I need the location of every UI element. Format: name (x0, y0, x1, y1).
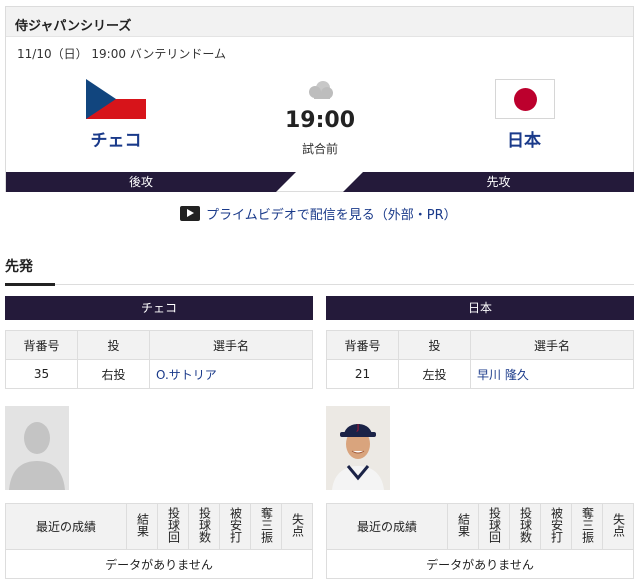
col-runs-label: 失点 (290, 513, 305, 537)
player-name-link[interactable]: 早川 隆久 (470, 359, 634, 389)
game-time: 19:00 (284, 108, 356, 133)
col-innings: 投球回 (157, 503, 189, 550)
game-card: 侍ジャパンシリーズ 11/10（日） 19:00 バンテリンドーム チェコ 19… (5, 6, 634, 192)
no-data-message: データがありません (5, 549, 313, 579)
col-result-label: 結果 (456, 513, 471, 537)
col-number: 背番号 (5, 330, 78, 360)
col-pitches-label: 投球数 (197, 507, 212, 543)
svg-text:J: J (356, 423, 359, 432)
col-player: 選手名 (470, 330, 634, 360)
col-throws: 投 (77, 330, 150, 360)
col-innings-label: 投球回 (166, 507, 181, 543)
col-hits-label: 被安打 (549, 507, 564, 543)
player-throws: 左投 (398, 359, 471, 389)
czech-flag-icon (86, 79, 146, 119)
col-recent: 最近の成績 (5, 503, 127, 550)
col-player: 選手名 (149, 330, 313, 360)
home-batting-order: 後攻 (6, 172, 296, 192)
col-pitches-label: 投球数 (518, 507, 533, 543)
recent-record-table: 最近の成績 結果 投球回 投球数 被安打 奪三振 失点 データがありません (5, 503, 313, 579)
col-innings: 投球回 (478, 503, 510, 550)
series-title: 侍ジャパンシリーズ (6, 7, 633, 37)
cloud-icon (306, 79, 336, 101)
section-title: 先発 (5, 259, 33, 275)
player-number: 35 (5, 359, 78, 389)
prime-video-link[interactable]: プライムビデオで配信を見る（外部・PR） (180, 204, 457, 223)
play-icon (180, 206, 200, 221)
away-starter-panel: 日本 背番号 投 選手名 21 左投 早川 隆久 J 最近の成績 結果 投球回 (326, 296, 634, 579)
player-name-link[interactable]: O.サトリア (149, 359, 313, 389)
player-photo: J (326, 406, 390, 490)
col-number: 背番号 (326, 330, 399, 360)
pitcher-table: 背番号 投 選手名 35 右投 O.サトリア (5, 330, 313, 389)
table-row: 21 左投 早川 隆久 (326, 359, 634, 389)
col-pitches: 投球数 (509, 503, 541, 550)
col-recent: 最近の成績 (326, 503, 448, 550)
col-hits: 被安打 (219, 503, 251, 550)
away-team-name[interactable]: 日本 (469, 126, 579, 151)
game-status: 試合前 (301, 142, 338, 156)
col-result: 結果 (126, 503, 158, 550)
home-team-name[interactable]: チェコ (61, 126, 171, 151)
col-strikeouts-label: 奪三振 (580, 507, 595, 543)
panel-team-name: 日本 (326, 296, 634, 320)
prime-video-label: プライムビデオで配信を見る（外部・PR） (206, 208, 457, 223)
col-hits-label: 被安打 (228, 507, 243, 543)
game-info: 11/10（日） 19:00 バンテリンドーム (17, 47, 227, 61)
col-result: 結果 (447, 503, 479, 550)
col-strikeouts-label: 奪三振 (259, 507, 274, 543)
col-throws: 投 (398, 330, 471, 360)
col-innings-label: 投球回 (487, 507, 502, 543)
col-pitches: 投球数 (188, 503, 220, 550)
col-runs-label: 失点 (611, 513, 626, 537)
col-runs: 失点 (602, 503, 634, 550)
divider (5, 284, 634, 285)
no-data-message: データがありません (326, 549, 634, 579)
player-throws: 右投 (77, 359, 150, 389)
player-placeholder-photo (5, 406, 69, 490)
japan-flag-icon (495, 79, 555, 119)
col-hits: 被安打 (540, 503, 572, 550)
pitcher-table: 背番号 投 選手名 21 左投 早川 隆久 (326, 330, 634, 389)
section-underline (5, 283, 55, 286)
player-number: 21 (326, 359, 399, 389)
col-result-label: 結果 (135, 513, 150, 537)
recent-record-table: 最近の成績 結果 投球回 投球数 被安打 奪三振 失点 データがありません (326, 503, 634, 579)
table-row: 35 右投 O.サトリア (5, 359, 313, 389)
col-strikeouts: 奪三振 (250, 503, 282, 550)
col-runs: 失点 (281, 503, 313, 550)
panel-team-name: チェコ (5, 296, 313, 320)
away-batting-order: 先攻 (343, 172, 634, 192)
home-starter-panel: チェコ 背番号 投 選手名 35 右投 O.サトリア 最近の成績 結果 投球回 … (5, 296, 313, 579)
col-strikeouts: 奪三振 (571, 503, 603, 550)
